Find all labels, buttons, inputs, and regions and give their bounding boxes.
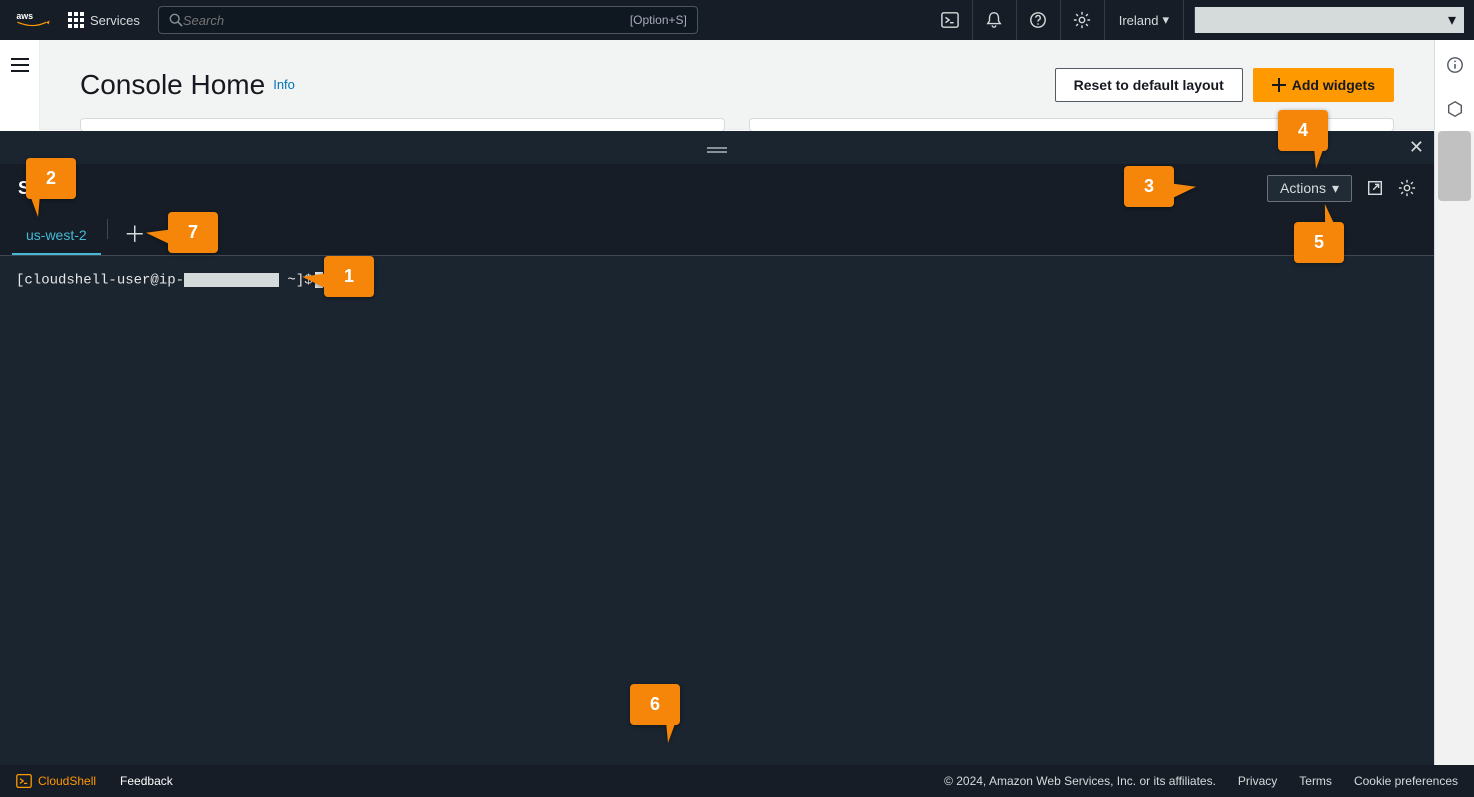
- cloudshell-actions-button[interactable]: Actions ▾: [1267, 175, 1352, 202]
- region-menu[interactable]: Ireland ▾: [1104, 0, 1183, 40]
- scrollbar[interactable]: [1434, 131, 1474, 765]
- plus-icon: [1272, 78, 1286, 92]
- footer: CloudShell Feedback © 2024, Amazon Web S…: [0, 765, 1474, 797]
- add-widgets-button[interactable]: Add widgets: [1253, 68, 1394, 102]
- settings-icon-button[interactable]: [1060, 0, 1104, 40]
- reset-layout-button[interactable]: Reset to default layout: [1055, 68, 1243, 102]
- terms-link[interactable]: Terms: [1299, 774, 1332, 788]
- info-circle-icon[interactable]: [1446, 56, 1464, 74]
- drag-handle-icon: [707, 147, 727, 149]
- services-label: Services: [90, 13, 140, 28]
- search-icon: [169, 13, 183, 27]
- caret-down-icon: ▾: [1332, 180, 1339, 197]
- info-link[interactable]: Info: [273, 77, 295, 92]
- account-menu[interactable]: ▾: [1194, 7, 1464, 33]
- tab-separator: [107, 219, 108, 239]
- nav-right: Ireland ▾ ▾: [928, 0, 1464, 40]
- redacted-ip: [184, 273, 279, 287]
- caret-down-icon: ▾: [1162, 12, 1169, 28]
- footer-cloudshell-button[interactable]: CloudShell: [16, 773, 96, 789]
- left-rail: [0, 40, 40, 130]
- top-nav: aws Services [Option+S] Ireland ▾: [0, 0, 1474, 40]
- popout-icon[interactable]: [1366, 179, 1384, 197]
- grid-icon: [68, 12, 84, 28]
- services-menu[interactable]: Services: [62, 12, 146, 28]
- add-widgets-label: Add widgets: [1292, 77, 1375, 93]
- cookie-prefs-link[interactable]: Cookie preferences: [1354, 774, 1458, 788]
- page-title: Console Home: [80, 69, 265, 101]
- feedback-link[interactable]: Feedback: [120, 774, 173, 788]
- caret-down-icon: ▾: [1448, 10, 1456, 30]
- callout-7: 7: [168, 212, 218, 253]
- cloudshell-header: Shell Actions ▾: [0, 164, 1434, 212]
- prompt-prefix: [cloudshell-user@ip-: [16, 273, 184, 289]
- callout-4: 4: [1278, 110, 1328, 151]
- console-home-header: Console Home Info Reset to default layou…: [40, 40, 1434, 130]
- close-cloudshell-button[interactable]: ✕: [1409, 137, 1424, 158]
- copyright-text: © 2024, Amazon Web Services, Inc. or its…: [944, 774, 1216, 788]
- callout-6: 6: [630, 684, 680, 725]
- tab-label: us-west-2: [26, 227, 87, 243]
- search-input[interactable]: [183, 13, 687, 28]
- notifications-icon-button[interactable]: [972, 0, 1016, 40]
- cloudshell-terminal[interactable]: [cloudshell-user@ip- ~]$: [0, 256, 1434, 765]
- region-label: Ireland: [1119, 13, 1159, 28]
- aws-logo[interactable]: aws: [16, 10, 50, 30]
- hamburger-icon[interactable]: [11, 58, 29, 72]
- callout-3: 3: [1124, 166, 1174, 207]
- search-shortcut-hint: [Option+S]: [630, 13, 687, 27]
- cloudshell-icon-button[interactable]: [928, 0, 972, 40]
- callout-1: 1: [324, 256, 374, 297]
- svg-text:aws: aws: [16, 11, 33, 21]
- help-icon-button[interactable]: [1016, 0, 1060, 40]
- widget-card[interactable]: [80, 118, 725, 132]
- privacy-link[interactable]: Privacy: [1238, 774, 1277, 788]
- global-search[interactable]: [Option+S]: [158, 6, 698, 34]
- cloudshell-tab-active[interactable]: us-west-2: [12, 217, 101, 255]
- hexagon-icon[interactable]: [1446, 100, 1464, 118]
- widget-row-peek: [80, 118, 1394, 132]
- gear-icon[interactable]: [1398, 179, 1416, 197]
- reset-layout-label: Reset to default layout: [1074, 77, 1224, 93]
- right-rail: [1434, 40, 1474, 130]
- callout-2: 2: [26, 158, 76, 199]
- cloudshell-resize-bar[interactable]: ✕: [0, 131, 1434, 164]
- actions-label: Actions: [1280, 180, 1326, 196]
- callout-5: 5: [1294, 222, 1344, 263]
- footer-cloudshell-label: CloudShell: [38, 774, 96, 788]
